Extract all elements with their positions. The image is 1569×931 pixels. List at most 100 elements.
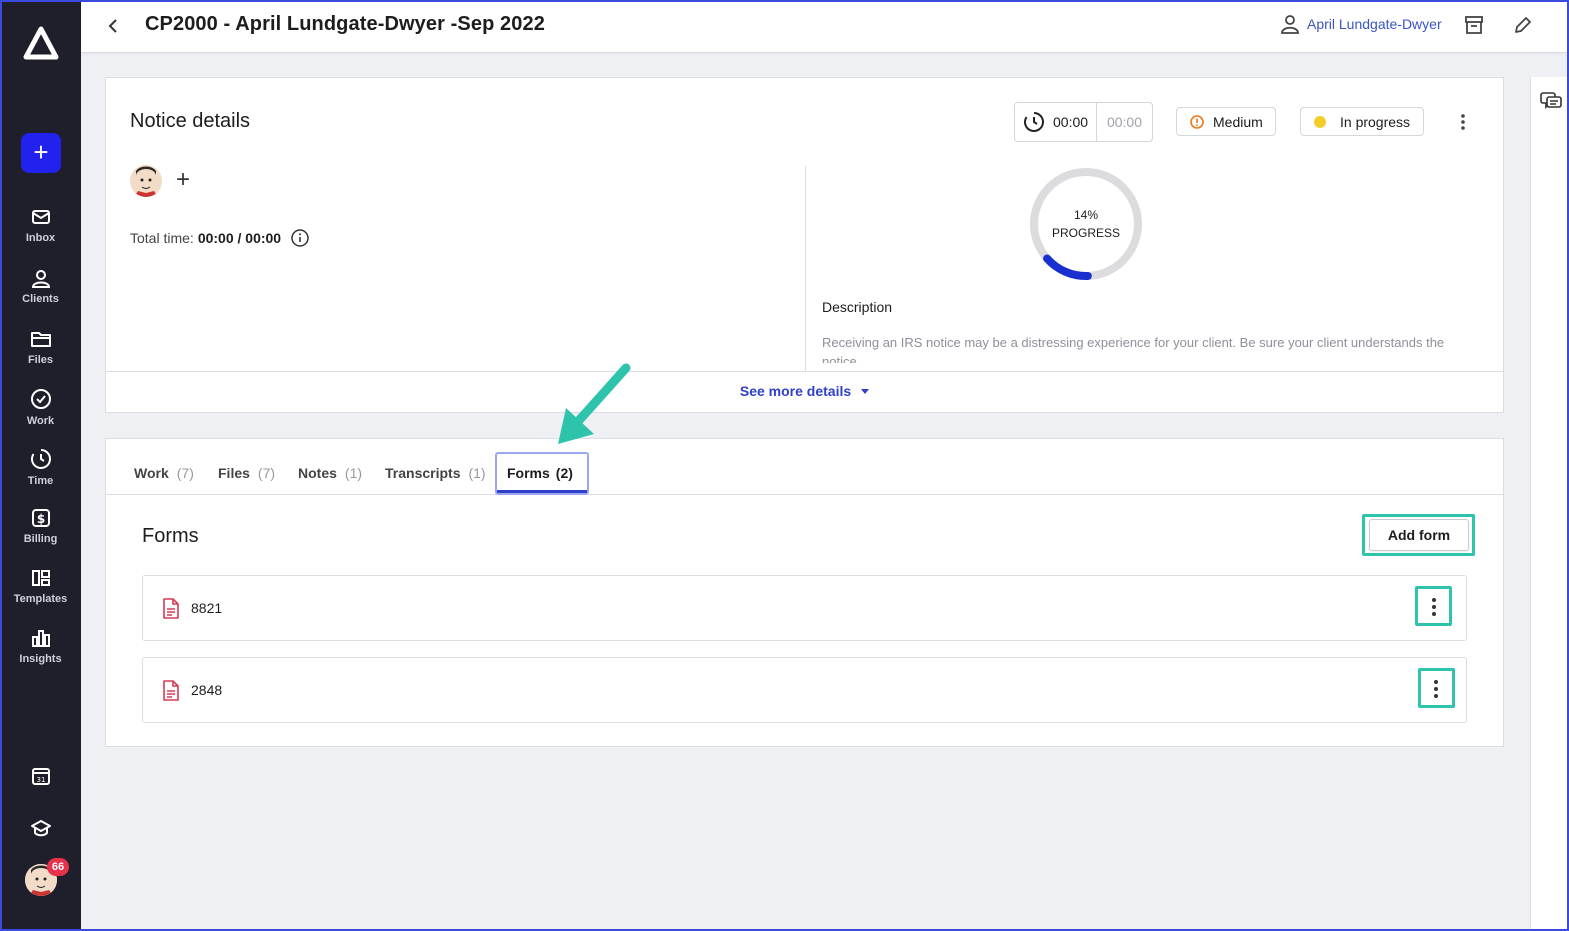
timer-start[interactable]: 00:00 <box>1015 103 1097 141</box>
progress-label: PROGRESS <box>1051 226 1120 240</box>
sidebar: + Inbox Clients Files Work Time $ Billin… <box>0 0 81 931</box>
sidebar-item-templates[interactable]: Templates <box>0 568 81 624</box>
tab-label: Notes <box>298 465 337 481</box>
active-tab-indicator <box>497 490 587 493</box>
graduation-cap-icon[interactable] <box>30 818 52 838</box>
tab-work[interactable]: Work (7) <box>134 465 194 481</box>
sidebar-item-inbox[interactable]: Inbox <box>0 207 81 263</box>
calendar-icon[interactable]: 31 <box>31 766 51 786</box>
sidebar-item-label: Time <box>27 475 54 487</box>
users-icon <box>31 270 50 288</box>
total-time-value: 00:00 / 00:00 <box>197 230 282 246</box>
pdf-document-icon <box>163 680 179 701</box>
stopwatch-icon <box>1024 112 1044 132</box>
total-time-label: Total time: <box>130 230 194 246</box>
progress-readout: 14% PROGRESS <box>1026 206 1146 242</box>
form-row[interactable]: 8821 <box>142 575 1467 641</box>
avatar-face-icon <box>130 165 162 197</box>
total-time: Total time: 00:00 / 00:00 <box>130 229 309 247</box>
right-rail <box>1530 77 1569 931</box>
client-name[interactable]: April Lundgate-Dwyer <box>1307 16 1442 32</box>
description-preview: Receiving an IRS notice may be a distres… <box>822 333 1462 363</box>
sidebar-item-work[interactable]: Work <box>0 388 81 444</box>
tab-count: (7) <box>176 465 194 481</box>
sidebar-item-label: Templates <box>13 593 68 605</box>
progress-percent: 14% <box>1073 208 1099 222</box>
see-more-bar: See more details <box>106 371 1503 412</box>
timer-budget: 00:00 <box>1106 114 1143 130</box>
assignee-avatar[interactable] <box>130 165 162 197</box>
notice-details-card: Notice details 00:00 00:00 Medium In pro… <box>105 77 1504 413</box>
tab-label: Transcripts <box>385 465 461 481</box>
sidebar-item-time[interactable]: Time <box>0 448 81 504</box>
sidebar-item-label: Clients <box>22 293 59 305</box>
row-more-options-icon[interactable] <box>1424 676 1448 702</box>
tab-forms[interactable]: Forms (2) <box>507 465 573 481</box>
notification-badge: 66 <box>47 858 69 876</box>
comments-icon[interactable] <box>1540 91 1562 111</box>
add-form-button[interactable]: Add form <box>1369 519 1469 551</box>
new-item-button[interactable]: + <box>21 133 61 173</box>
sidebar-item-label: Work <box>26 415 55 427</box>
sidebar-item-label: Files <box>27 354 54 366</box>
see-more-details-link[interactable]: See more details <box>739 383 870 399</box>
client-link[interactable]: April Lundgate-Dwyer <box>1281 14 1442 34</box>
tab-notes[interactable]: Notes (1) <box>298 465 362 481</box>
back-chevron-icon[interactable] <box>103 14 123 38</box>
more-options-icon[interactable] <box>1453 110 1473 134</box>
sidebar-item-label: Billing <box>23 533 58 545</box>
sidebar-item-clients[interactable]: Clients <box>0 268 81 324</box>
tab-count: (1) <box>468 465 486 481</box>
check-circle-icon <box>30 389 51 409</box>
folder-icon <box>30 332 51 347</box>
notice-title: Notice details <box>130 110 251 132</box>
add-assignee-button[interactable]: + <box>176 166 190 194</box>
sidebar-item-insights[interactable]: Insights <box>0 628 81 684</box>
page-header: CP2000 - April Lundgate-Dwyer -Sep 2022 … <box>81 0 1569 53</box>
timer-value: 00:00 <box>1053 114 1089 130</box>
layout-icon <box>31 570 50 586</box>
mail-icon <box>31 210 50 224</box>
see-more-label: See more details <box>739 383 852 399</box>
tab-count: (1) <box>344 465 363 481</box>
tab-label: Forms <box>507 465 550 481</box>
priority-dropdown[interactable]: Medium <box>1176 107 1276 136</box>
tabs-card: Work (7) Files (7) Notes (1) Transcripts (1)… <box>105 438 1504 747</box>
user-icon <box>1281 15 1299 34</box>
stopwatch-icon <box>30 449 51 469</box>
tab-files[interactable]: Files (7) <box>218 465 275 481</box>
tab-count: (2) <box>555 465 573 481</box>
tab-count: (7) <box>257 465 276 481</box>
tab-label: Work <box>134 465 169 481</box>
svg-text:$: $ <box>36 512 44 526</box>
form-row[interactable]: 2848 <box>142 657 1467 723</box>
sidebar-item-files[interactable]: Files <box>0 329 81 385</box>
tab-label: Files <box>218 465 250 481</box>
sidebar-item-label: Inbox <box>25 232 56 244</box>
forms-heading: Forms <box>142 525 199 547</box>
dollar-icon: $ <box>31 509 50 527</box>
sidebar-item-label: Insights <box>19 653 62 665</box>
sidebar-item-billing[interactable]: $ Billing <box>0 508 81 564</box>
timer-control[interactable]: 00:00 00:00 <box>1014 102 1153 142</box>
status-dot-icon <box>1314 115 1326 128</box>
tab-transcripts[interactable]: Transcripts (1) <box>385 465 486 481</box>
status-dropdown[interactable]: In progress <box>1300 107 1424 136</box>
archive-icon[interactable] <box>1464 14 1484 36</box>
form-name[interactable]: 2848 <box>191 682 222 698</box>
status-label: In progress <box>1340 113 1411 130</box>
tab-bar: Work (7) Files (7) Notes (1) Transcripts (1)… <box>106 439 1503 495</box>
info-icon[interactable] <box>291 229 309 247</box>
pencil-icon[interactable] <box>1512 14 1532 36</box>
row-more-options-icon[interactable] <box>1422 594 1446 620</box>
annotation-arrow-icon <box>558 363 631 444</box>
bar-chart-icon <box>31 630 50 647</box>
app-logo-icon[interactable] <box>23 26 59 62</box>
svg-text:31: 31 <box>37 776 46 784</box>
description-text: Receiving an IRS notice may be a distres… <box>822 335 1445 363</box>
description-heading: Description <box>822 299 893 315</box>
priority-label: Medium <box>1213 113 1263 130</box>
column-divider <box>805 166 806 372</box>
priority-warning-icon <box>1190 114 1204 129</box>
form-name[interactable]: 8821 <box>191 600 222 616</box>
